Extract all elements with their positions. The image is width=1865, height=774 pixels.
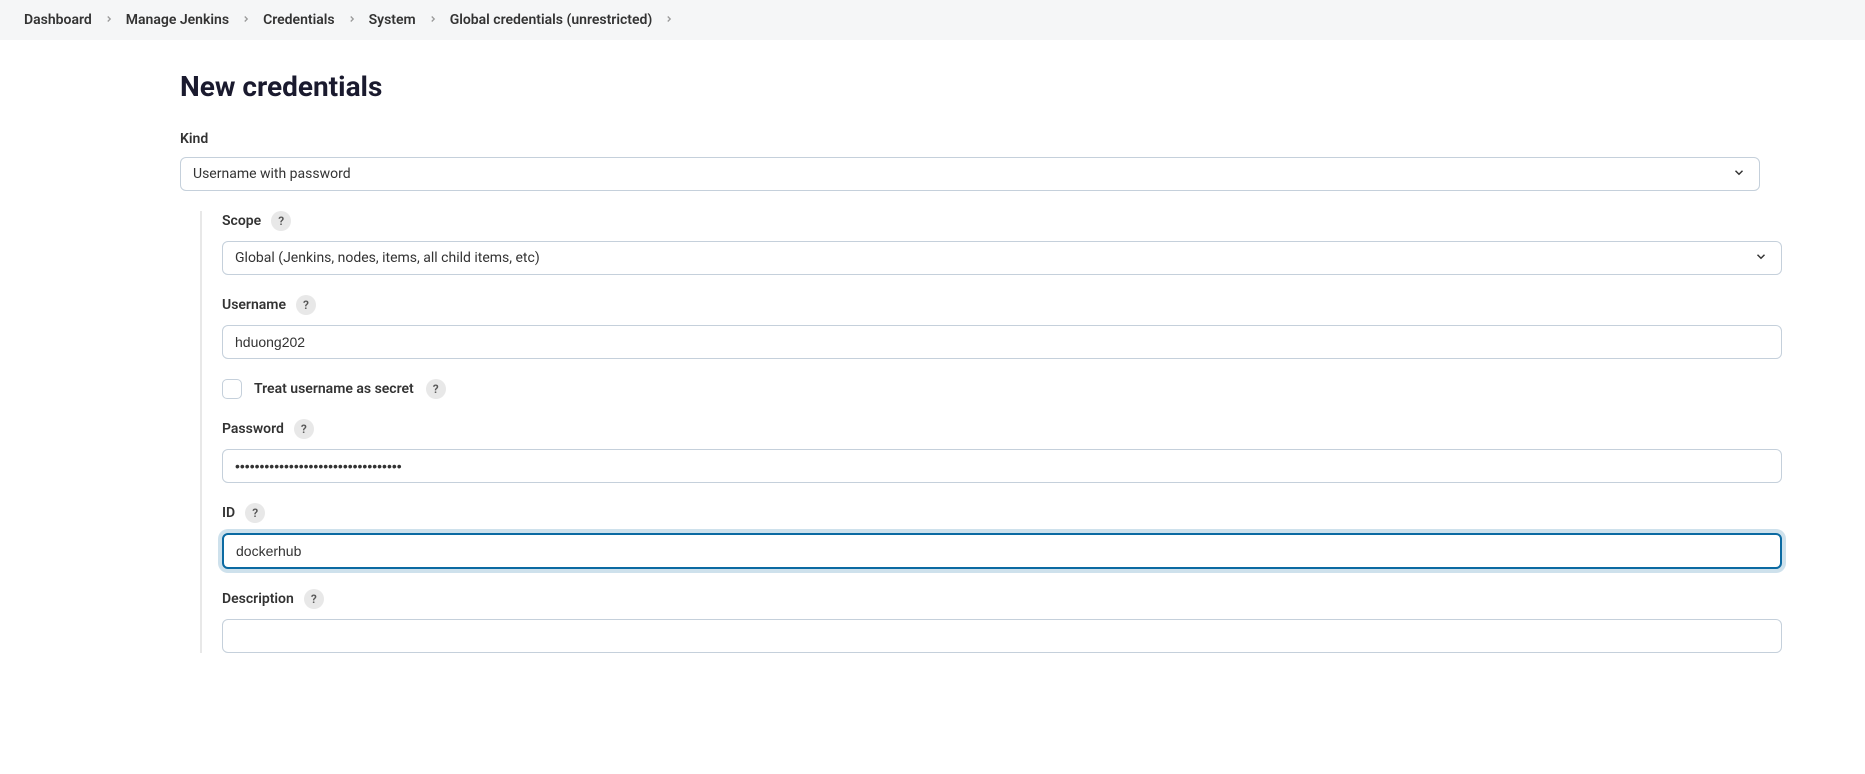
treat-secret-label: Treat username as secret bbox=[254, 381, 414, 397]
nested-section: Scope ? Global (Jenkins, nodes, items, a… bbox=[200, 211, 1800, 653]
treat-secret-checkbox[interactable] bbox=[222, 379, 242, 399]
chevron-right-icon bbox=[241, 13, 251, 27]
breadcrumb-dashboard[interactable]: Dashboard bbox=[24, 12, 92, 28]
chevron-right-icon bbox=[428, 13, 438, 27]
kind-select[interactable]: Username with password bbox=[180, 157, 1760, 191]
help-icon[interactable]: ? bbox=[245, 503, 265, 523]
scope-select[interactable]: Global (Jenkins, nodes, items, all child… bbox=[222, 241, 1782, 275]
help-icon[interactable]: ? bbox=[426, 379, 446, 399]
id-label: ID bbox=[222, 505, 235, 521]
password-group: Password ? bbox=[222, 419, 1782, 483]
breadcrumb-global-credentials[interactable]: Global credentials (unrestricted) bbox=[450, 12, 653, 28]
username-group: Username ? bbox=[222, 295, 1782, 359]
help-icon[interactable]: ? bbox=[271, 211, 291, 231]
id-group: ID ? bbox=[222, 503, 1782, 569]
chevron-right-icon bbox=[664, 13, 674, 27]
id-input[interactable] bbox=[222, 533, 1782, 569]
username-input[interactable] bbox=[222, 325, 1782, 359]
kind-label: Kind bbox=[180, 131, 1760, 147]
kind-select-wrapper: Username with password bbox=[180, 157, 1760, 191]
kind-group: Kind Username with password bbox=[180, 131, 1760, 191]
breadcrumb-system[interactable]: System bbox=[369, 12, 416, 28]
password-input[interactable] bbox=[222, 449, 1782, 483]
password-label: Password bbox=[222, 421, 284, 437]
page-title: New credentials bbox=[180, 70, 1800, 103]
help-icon[interactable]: ? bbox=[294, 419, 314, 439]
content-area: New credentials Kind Username with passw… bbox=[0, 40, 1800, 703]
help-icon[interactable]: ? bbox=[304, 589, 324, 609]
scope-label: Scope bbox=[222, 213, 261, 229]
username-label: Username bbox=[222, 297, 286, 313]
chevron-right-icon bbox=[347, 13, 357, 27]
help-icon[interactable]: ? bbox=[296, 295, 316, 315]
breadcrumb-credentials[interactable]: Credentials bbox=[263, 12, 335, 28]
breadcrumb-manage-jenkins[interactable]: Manage Jenkins bbox=[126, 12, 229, 28]
scope-select-wrapper: Global (Jenkins, nodes, items, all child… bbox=[222, 241, 1782, 275]
description-input[interactable] bbox=[222, 619, 1782, 653]
treat-secret-group: Treat username as secret ? bbox=[222, 379, 1800, 399]
scope-group: Scope ? Global (Jenkins, nodes, items, a… bbox=[222, 211, 1782, 275]
breadcrumb-bar: Dashboard Manage Jenkins Credentials Sys… bbox=[0, 0, 1865, 40]
chevron-right-icon bbox=[104, 13, 114, 27]
description-group: Description ? bbox=[222, 589, 1782, 653]
description-label: Description bbox=[222, 591, 294, 607]
